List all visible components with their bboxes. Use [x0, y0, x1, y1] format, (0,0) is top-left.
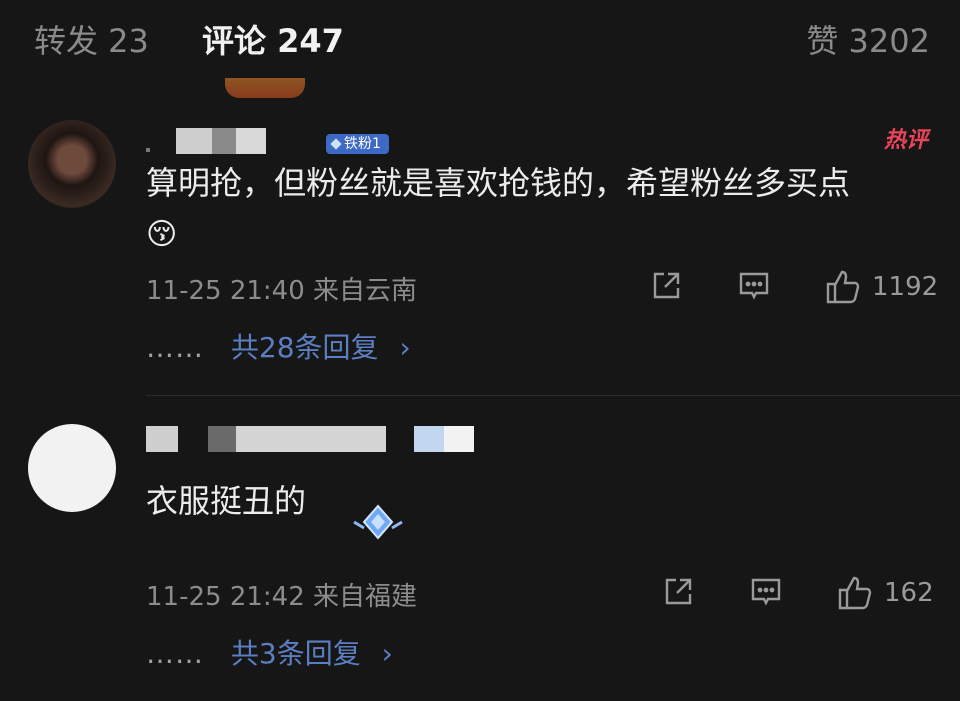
chevron-right-icon: › — [381, 637, 393, 670]
replies-dots: …… — [146, 331, 204, 364]
comment-icon — [751, 578, 781, 606]
username-blur — [236, 128, 266, 154]
username-blur — [208, 426, 236, 452]
active-tab-indicator — [225, 78, 305, 98]
replies-count-label: 共3条回复 — [230, 637, 361, 670]
username-blur — [146, 426, 178, 452]
comment-button[interactable] — [748, 574, 784, 610]
username-blur — [212, 128, 236, 154]
replies-link[interactable]: …… 共3条回复 › — [146, 632, 393, 672]
username-blur — [146, 148, 150, 152]
comment-button[interactable] — [736, 268, 772, 304]
comment-time: 11-25 21:42 — [146, 582, 305, 612]
comment-icon — [739, 272, 769, 300]
avatar[interactable] — [28, 120, 116, 208]
tab-likes[interactable]: 赞 3202 — [806, 18, 930, 64]
replies-link[interactable]: …… 共28条回复 › — [146, 326, 411, 366]
comment-divider — [146, 395, 960, 396]
share-button[interactable] — [648, 268, 684, 304]
tab-repost[interactable]: 转发 23 — [34, 18, 149, 64]
comment-meta: 11-25 21:42 来自福建 — [146, 576, 417, 613]
share-button[interactable] — [660, 574, 696, 610]
replies-count-label: 共28条回复 — [230, 331, 379, 364]
comment-meta: 11-25 21:40 来自云南 — [146, 270, 417, 307]
like-button[interactable]: 1192 — [824, 268, 938, 306]
like-button[interactable]: 162 — [836, 574, 934, 612]
username-blur — [176, 128, 212, 154]
tab-bar: 转发 23 评论 247 赞 3202 — [0, 0, 960, 100]
hot-comment-badge: 热评 — [883, 128, 928, 153]
username-blur — [444, 426, 474, 452]
tab-comments[interactable]: 评论 247 — [202, 18, 344, 64]
avatar[interactable] — [28, 424, 116, 512]
comment-text: 算明抢，但粉丝就是喜欢抢钱的，希望粉丝多买点 😚 — [146, 158, 936, 260]
fan-badge[interactable]: 铁粉1 — [326, 134, 389, 154]
like-count: 1192 — [872, 272, 939, 302]
comment-body: 算明抢，但粉丝就是喜欢抢钱的，希望粉丝多买点 — [146, 164, 851, 202]
comment-location: 来自云南 — [313, 276, 418, 306]
chevron-right-icon: › — [399, 331, 411, 364]
thumbs-up-icon — [838, 576, 872, 610]
username[interactable] — [146, 426, 506, 454]
username-blur — [236, 426, 386, 452]
username-blur — [414, 426, 444, 452]
comment-time: 11-25 21:40 — [146, 276, 305, 306]
like-count: 162 — [884, 578, 934, 608]
thumbs-up-icon — [826, 270, 860, 304]
comment-body: 衣服挺丑的 — [146, 482, 307, 520]
share-icon — [665, 578, 692, 605]
emoji-icon: 😚 — [146, 217, 178, 252]
replies-dots: …… — [146, 637, 204, 670]
comment-location: 来自福建 — [313, 582, 418, 612]
diamond-icon — [353, 504, 403, 540]
username[interactable]: 铁粉1 — [146, 128, 546, 156]
share-icon — [653, 272, 680, 299]
